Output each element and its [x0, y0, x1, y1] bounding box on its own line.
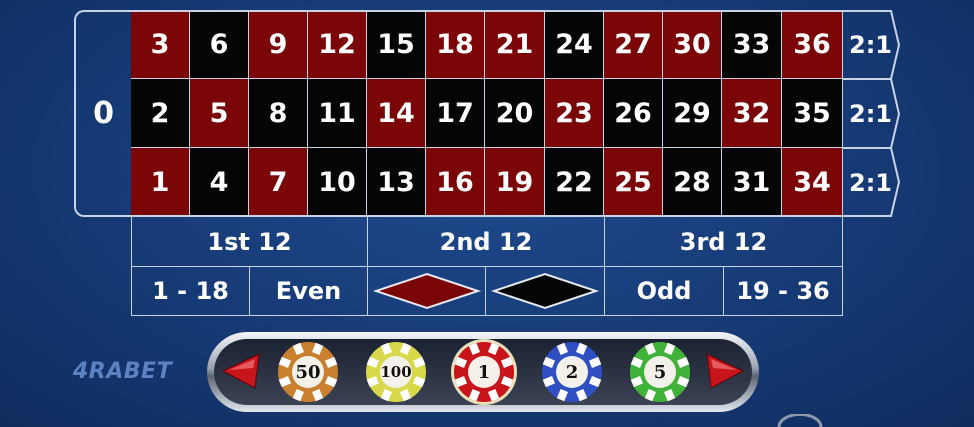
black-bet[interactable] [485, 266, 605, 316]
number-18[interactable]: 18 [426, 10, 485, 79]
chip-value-label: 2 [565, 361, 579, 383]
dozen-bet-3rd[interactable]: 3rd 12 [604, 217, 843, 267]
chip-value-label: 50 [295, 361, 321, 383]
number-31[interactable]: 31 [722, 148, 782, 217]
chip-100[interactable]: 100 [363, 339, 429, 405]
dozen-bet-2nd[interactable]: 2nd 12 [367, 217, 605, 267]
number-1[interactable]: 1 [131, 148, 190, 217]
high-bet[interactable]: 19 - 36 [723, 266, 843, 316]
dozen-bet-1st[interactable]: 1st 12 [131, 217, 368, 267]
number-35[interactable]: 35 [782, 79, 843, 148]
number-24[interactable]: 24 [545, 10, 604, 79]
number-0[interactable]: 0 [74, 10, 131, 217]
number-2[interactable]: 2 [131, 79, 190, 148]
number-14[interactable]: 14 [367, 79, 426, 148]
chip-value-label: 1 [477, 361, 491, 383]
number-20[interactable]: 20 [485, 79, 545, 148]
number-36[interactable]: 36 [782, 10, 843, 79]
number-12[interactable]: 12 [308, 10, 367, 79]
number-21[interactable]: 21 [485, 10, 545, 79]
chip-50[interactable]: 50 [275, 339, 341, 405]
number-8[interactable]: 8 [249, 79, 308, 148]
odd-bet[interactable]: Odd [604, 266, 724, 316]
red-diamond-icon [372, 272, 481, 310]
number-16[interactable]: 16 [426, 148, 485, 217]
number-34[interactable]: 34 [782, 148, 843, 217]
chip-value-label: 5 [653, 361, 667, 383]
number-5[interactable]: 5 [190, 79, 249, 148]
number-11[interactable]: 11 [308, 79, 367, 148]
number-4[interactable]: 4 [190, 148, 249, 217]
number-32[interactable]: 32 [722, 79, 782, 148]
number-17[interactable]: 17 [426, 79, 485, 148]
number-28[interactable]: 28 [663, 148, 722, 217]
chip-selector: 50 100 1 2 5 [205, 328, 761, 416]
even-bet[interactable]: Even [249, 266, 368, 316]
column-bet-middle[interactable]: 2:1 [843, 79, 899, 148]
number-15[interactable]: 15 [367, 10, 426, 79]
chip-1[interactable]: 1 [451, 339, 517, 405]
number-7[interactable]: 7 [249, 148, 308, 217]
chip-value-label: 100 [380, 363, 412, 381]
low-bet[interactable]: 1 - 18 [131, 266, 250, 316]
red-bet[interactable] [367, 266, 486, 316]
column-bet-bottom[interactable]: 2:1 [843, 148, 899, 217]
number-19[interactable]: 19 [485, 148, 545, 217]
number-26[interactable]: 26 [604, 79, 663, 148]
arrow-right-icon [706, 353, 745, 389]
number-23[interactable]: 23 [545, 79, 604, 148]
number-30[interactable]: 30 [663, 10, 722, 79]
number-10[interactable]: 10 [308, 148, 367, 217]
number-3[interactable]: 3 [131, 10, 190, 79]
number-33[interactable]: 33 [722, 10, 782, 79]
number-6[interactable]: 6 [190, 10, 249, 79]
column-bet-top[interactable]: 2:1 [843, 10, 899, 79]
number-13[interactable]: 13 [367, 148, 426, 217]
chip-prev-arrow[interactable] [219, 348, 263, 398]
black-diamond-icon [490, 272, 600, 310]
corner-ornament [777, 414, 823, 427]
chip-2[interactable]: 2 [539, 339, 605, 405]
number-29[interactable]: 29 [663, 79, 722, 148]
number-25[interactable]: 25 [604, 148, 663, 217]
number-27[interactable]: 27 [604, 10, 663, 79]
number-22[interactable]: 22 [545, 148, 604, 217]
chip-5[interactable]: 5 [627, 339, 693, 405]
brand-logo: 4RABET [73, 359, 173, 384]
roulette-board: 0 3 6 9 12 15 18 21 24 27 30 33 36 2 5 8 11 14 17 20 23 26 29… [0, 0, 974, 427]
number-9[interactable]: 9 [249, 10, 308, 79]
chip-next-arrow[interactable] [703, 348, 747, 398]
arrow-left-icon [221, 353, 260, 389]
